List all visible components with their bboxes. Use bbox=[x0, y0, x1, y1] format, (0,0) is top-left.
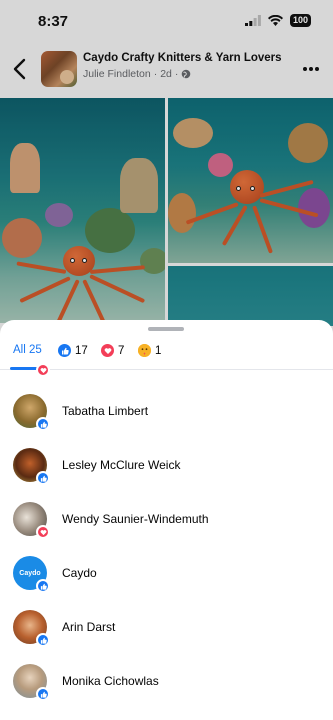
like-badge-icon bbox=[36, 687, 50, 701]
person-name[interactable]: Lesley McClure Weick bbox=[62, 458, 180, 472]
person-name[interactable]: Caydo bbox=[62, 566, 97, 580]
reactions-sheet: All 25 17 7 1 Tabatha Limbert Lesley McC… bbox=[0, 320, 333, 720]
love-badge-icon bbox=[36, 363, 50, 377]
list-item[interactable]: Monika Cichowlas bbox=[0, 654, 333, 708]
love-badge-icon bbox=[36, 525, 50, 539]
post-background: 8:37 100 Caydo Crafty Knitters & Yarn Lo… bbox=[0, 0, 333, 340]
list-item[interactable]: Wendy Saunier-Windemuth bbox=[0, 492, 333, 546]
list-item[interactable]: Caydo Caydo bbox=[0, 546, 333, 600]
avatar-logo-text: Caydo bbox=[19, 569, 41, 577]
like-badge-icon bbox=[36, 633, 50, 647]
person-name[interactable]: Tabatha Limbert bbox=[62, 404, 148, 418]
like-badge-icon bbox=[36, 417, 50, 431]
list-item[interactable]: Tabatha Limbert bbox=[0, 384, 333, 438]
like-badge-icon bbox=[36, 579, 50, 593]
list-item[interactable]: Arin Darst bbox=[0, 600, 333, 654]
overlay-dim bbox=[0, 0, 333, 340]
person-name[interactable]: Wendy Saunier-Windemuth bbox=[62, 512, 209, 526]
list-item[interactable]: Lesley McClure Weick bbox=[0, 438, 333, 492]
like-badge-icon bbox=[36, 471, 50, 485]
list-item[interactable] bbox=[0, 330, 333, 384]
person-name[interactable]: Monika Cichowlas bbox=[62, 674, 159, 688]
person-name[interactable]: Arin Darst bbox=[62, 620, 115, 634]
